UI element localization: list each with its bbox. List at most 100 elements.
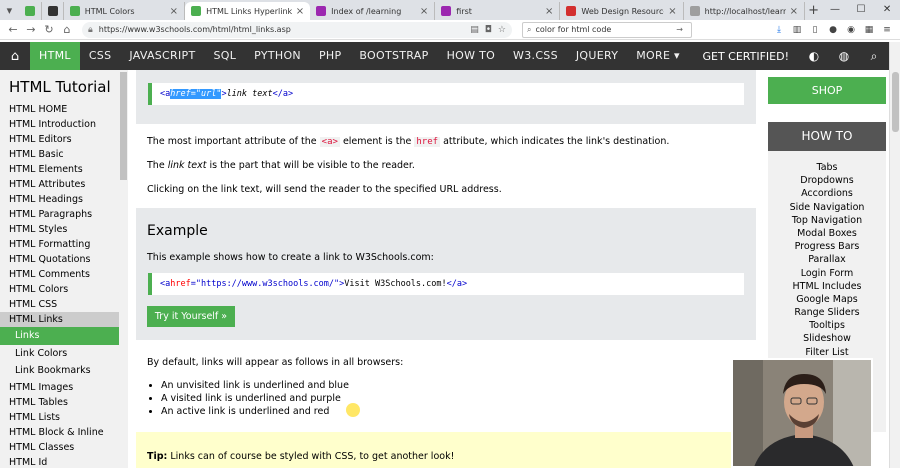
dark-mode-icon[interactable]: ◐ [799, 49, 829, 63]
url-field[interactable]: 🔒︎ https://www.w3schools.com/html/html_l… [82, 21, 512, 38]
browser-tab-index-learning[interactable]: Index of /learning × [310, 2, 436, 20]
search-input[interactable]: ⌕ color for html code → [522, 21, 692, 38]
get-certified-link[interactable]: GET CERTIFIED! [692, 50, 799, 63]
download-icon[interactable]: ⤓ [770, 25, 788, 35]
reload-icon[interactable]: ↻ [40, 23, 58, 36]
sidebar-item[interactable]: HTML Formatting [0, 237, 128, 252]
how-to-link[interactable]: Filter List [768, 346, 886, 359]
try-it-yourself-button[interactable]: Try it Yourself » [147, 306, 235, 327]
nav-sql[interactable]: SQL [204, 42, 245, 70]
sidebar-item[interactable]: HTML Lists [0, 410, 128, 425]
how-to-link[interactable]: Accordions [768, 187, 886, 200]
sidebar-item[interactable]: HTML Elements [0, 162, 128, 177]
sidebar-item[interactable]: HTML Paragraphs [0, 207, 128, 222]
how-to-link[interactable]: Google Maps [768, 293, 886, 306]
sidebar-item[interactable]: HTML Classes [0, 440, 128, 455]
forward-icon[interactable]: → [22, 23, 40, 36]
sidebar-subitem-link-colors[interactable]: Link Colors [0, 345, 128, 363]
list-item: An unvisited link is underlined and blue [161, 379, 349, 392]
bookmark-star-icon[interactable]: ☆ [498, 25, 506, 35]
nav-html[interactable]: HTML [30, 42, 80, 70]
close-icon[interactable]: × [420, 6, 428, 17]
browser-tab-strip: ▾ HTML Colors × HTML Links Hyperlinks × In… [0, 0, 900, 20]
sidebar-subitem-link-bookmarks[interactable]: Link Bookmarks [0, 362, 128, 380]
code-text: Visit W3Schools.com! [344, 279, 447, 289]
nav-javascript[interactable]: JAVASCRIPT [120, 42, 204, 70]
close-icon[interactable]: × [545, 6, 553, 17]
reader-icon[interactable]: ▤ [470, 25, 479, 35]
search-icon[interactable]: ⌕ [859, 49, 889, 64]
close-icon[interactable]: × [170, 6, 178, 17]
sidebar-item[interactable]: HTML Editors [0, 132, 128, 147]
page-scrollbar-thumb[interactable] [892, 72, 899, 132]
sidebar-subitem-links[interactable]: Links [0, 327, 128, 345]
how-to-link[interactable]: Login Form [768, 267, 886, 280]
sidebar-item[interactable]: HTML Styles [0, 222, 128, 237]
new-tab-icon[interactable]: + [805, 2, 822, 20]
sidebar-item[interactable]: HTML Id [0, 455, 128, 468]
sidebar-item[interactable]: HTML HOME [0, 102, 128, 117]
sidebar-item[interactable]: HTML Colors [0, 282, 128, 297]
nav-more[interactable]: MORE ▾ [627, 42, 689, 70]
sidebar-icon[interactable]: ▯ [806, 25, 824, 35]
extension-icon[interactable]: ◉ [842, 25, 860, 35]
sidebar-item[interactable]: HTML Attributes [0, 177, 128, 192]
how-to-link[interactable]: Tooltips [768, 319, 886, 332]
minimize-icon[interactable]: — [822, 0, 848, 20]
sidebar-scrollbar-thumb[interactable] [120, 72, 127, 180]
nav-css[interactable]: CSS [80, 42, 121, 70]
library-icon[interactable]: ▥ [788, 25, 806, 35]
sidebar-item[interactable]: HTML Headings [0, 192, 128, 207]
how-to-link[interactable]: Side Navigation [768, 201, 886, 214]
sidebar-scrollbar[interactable] [119, 70, 128, 468]
how-to-link[interactable]: Parallax [768, 253, 886, 266]
page-scrollbar[interactable] [889, 42, 900, 468]
nav-how-to[interactable]: HOW TO [438, 42, 504, 70]
nav-php[interactable]: PHP [310, 42, 350, 70]
close-icon[interactable]: × [296, 6, 304, 17]
sidebar-item[interactable]: HTML Block & Inline [0, 425, 128, 440]
maximize-icon[interactable]: ☐ [848, 0, 874, 20]
browser-tab-html-colors[interactable]: HTML Colors × [64, 2, 186, 20]
extension-icon[interactable]: ● [824, 25, 842, 35]
how-to-link[interactable]: Top Navigation [768, 214, 886, 227]
sidebar-item[interactable]: HTML Tables [0, 395, 128, 410]
sidebar-item[interactable]: HTML Introduction [0, 117, 128, 132]
pocket-icon[interactable]: ◘ [485, 25, 492, 35]
how-to-link[interactable]: Slideshow [768, 332, 886, 345]
sidebar-item[interactable]: HTML Quotations [0, 252, 128, 267]
close-icon[interactable]: × [668, 6, 676, 17]
window-close-icon[interactable]: ✕ [874, 0, 900, 20]
search-go-icon[interactable]: → [676, 25, 683, 34]
browser-tab-2[interactable] [42, 2, 64, 20]
how-to-link[interactable]: Range Sliders [768, 306, 886, 319]
nav-w3css[interactable]: W3.CSS [504, 42, 567, 70]
how-to-link[interactable]: Dropdowns [768, 174, 886, 187]
tab-list-icon[interactable]: ▾ [0, 0, 19, 20]
back-icon[interactable]: ← [4, 23, 22, 36]
home-icon[interactable]: ⌂ [58, 23, 76, 36]
shop-button[interactable]: SHOP [768, 77, 886, 104]
nav-jquery[interactable]: JQUERY [567, 42, 627, 70]
browser-tab-1[interactable] [19, 2, 43, 20]
menu-icon[interactable]: ≡ [878, 25, 896, 35]
how-to-link[interactable]: HTML Includes [768, 280, 886, 293]
browser-tab-first[interactable]: first × [435, 2, 561, 20]
browser-tab-html-links[interactable]: HTML Links Hyperlinks × [185, 2, 311, 20]
sidebar-item-html-links[interactable]: HTML Links [0, 312, 128, 327]
sidebar-item[interactable]: HTML CSS [0, 297, 128, 312]
extension-icon[interactable]: ▦ [860, 25, 878, 35]
sidebar-item[interactable]: HTML Comments [0, 267, 128, 282]
browser-tab-web-design[interactable]: Web Design Resources — HTML, CSS × [560, 2, 684, 20]
nav-bootstrap[interactable]: BOOTSTRAP [350, 42, 437, 70]
how-to-link[interactable]: Progress Bars [768, 240, 886, 253]
nav-python[interactable]: PYTHON [245, 42, 310, 70]
how-to-link[interactable]: Modal Boxes [768, 227, 886, 240]
browser-tab-localhost[interactable]: http://localhost/learning/1.html × [684, 2, 806, 20]
sidebar-item[interactable]: HTML Basic [0, 147, 128, 162]
w3-home-icon[interactable]: ⌂ [0, 49, 30, 64]
globe-icon[interactable]: ◍ [829, 49, 859, 63]
how-to-link[interactable]: Tabs [768, 161, 886, 174]
close-icon[interactable]: × [790, 6, 798, 17]
sidebar-item[interactable]: HTML Images [0, 380, 128, 395]
